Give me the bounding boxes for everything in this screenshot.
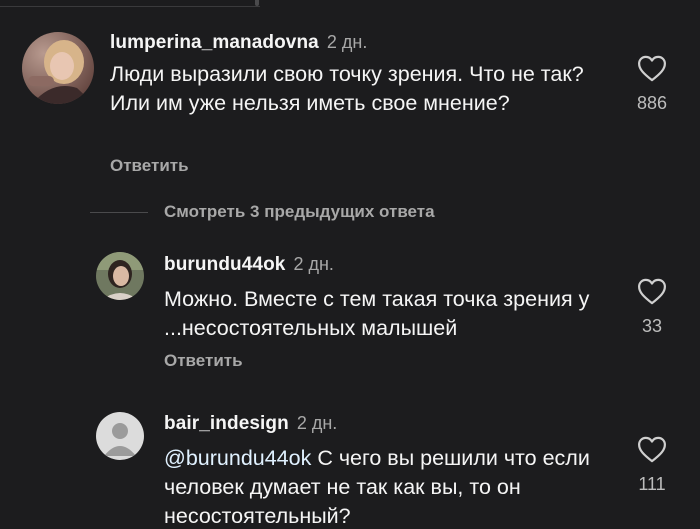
timestamp: 2 дн. [293, 254, 334, 274]
avatar[interactable] [96, 252, 144, 300]
divider [0, 0, 260, 7]
like-count: 33 [641, 316, 663, 336]
timestamp: 2 дн. [296, 413, 338, 433]
comment-meta: burundu44ok 2 дн. [164, 254, 334, 276]
avatar[interactable] [22, 32, 94, 104]
heart-outline-icon[interactable] [637, 436, 667, 463]
comment-meta: bair_indesign 2 дн. [164, 413, 337, 435]
like-control: 111 [622, 436, 682, 495]
comment-text: Люди выразили свою точку зрения. Что не … [110, 62, 584, 115]
username[interactable]: bair_indesign [164, 413, 289, 435]
avatar[interactable] [96, 412, 144, 460]
comments-screen: lumperina_manadovna 2 дн. Люди выразили … [0, 0, 700, 529]
view-replies-label: Смотреть 3 предыдущих ответа [164, 202, 435, 221]
comment-text: Можно. Вместе с тем такая точка зрения у… [164, 287, 590, 340]
avatar-photo [96, 252, 144, 300]
mention-link[interactable]: @burundu44ok [164, 446, 311, 470]
heart-outline-icon[interactable] [637, 55, 667, 82]
like-count: 886 [636, 93, 668, 113]
like-control: 33 [622, 278, 682, 337]
username[interactable]: lumperina_manadovna [110, 32, 319, 54]
timestamp: 2 дн. [326, 32, 368, 52]
comment-meta: lumperina_manadovna 2 дн. [110, 32, 367, 54]
heart-outline-icon[interactable] [637, 278, 667, 305]
comment-text: @burundu44ok С чего вы решили что если ч… [164, 444, 614, 529]
reply-button[interactable]: Ответить [110, 156, 189, 176]
avatar-photo [22, 32, 94, 104]
replies-divider-line [90, 211, 148, 213]
like-count: 111 [638, 474, 666, 494]
like-control: 886 [622, 55, 682, 114]
person-icon [96, 412, 144, 460]
username[interactable]: burundu44ok [164, 254, 285, 276]
reply-button[interactable]: Ответить [164, 351, 243, 371]
view-previous-replies-button[interactable]: Смотреть 3 предыдущих ответа [90, 202, 435, 222]
